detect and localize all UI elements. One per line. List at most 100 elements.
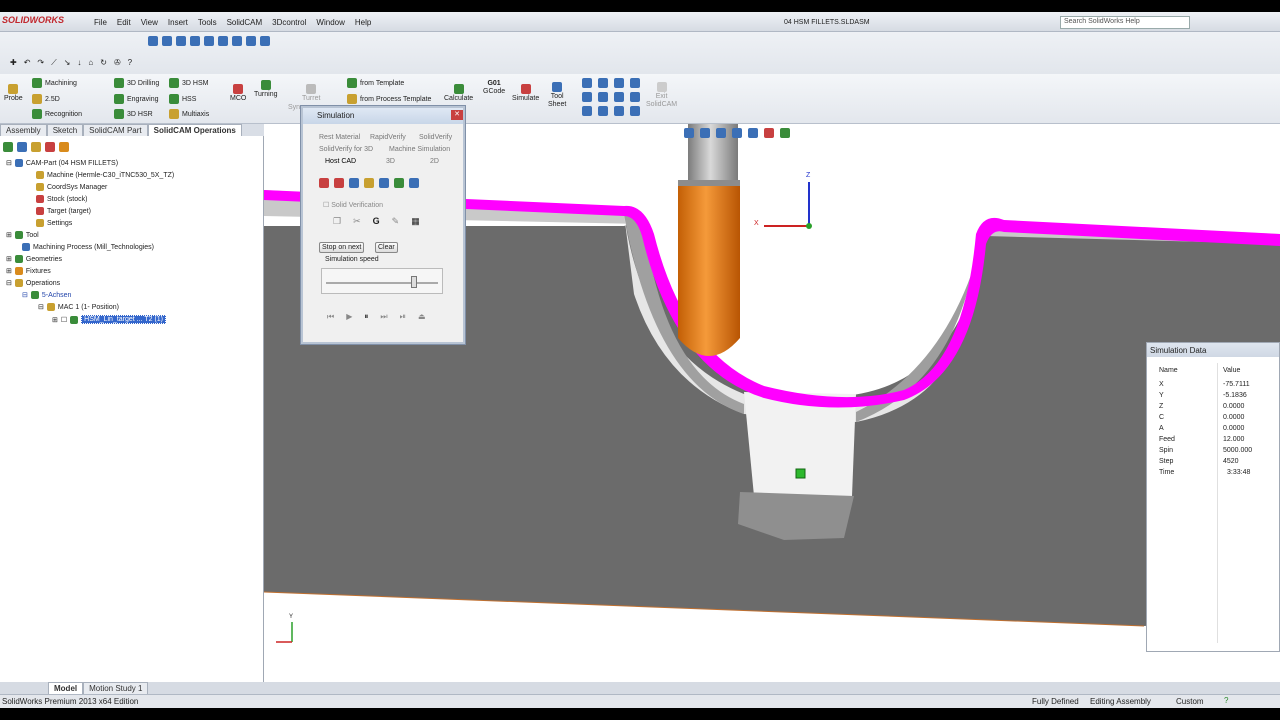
3d-hsm-button[interactable]: 3D HSM [169, 78, 208, 88]
tree-item-target[interactable]: Target (target) [36, 207, 91, 215]
slider-thumb[interactable] [410, 276, 417, 288]
tab-solidverify-3d[interactable]: SolidVerify for 3D [319, 146, 373, 153]
refresh-icon[interactable]: ↻ [100, 58, 107, 68]
tab-solidcam-part[interactable]: SolidCAM Part [83, 124, 148, 136]
arrow-icon[interactable]: ↘ [64, 58, 71, 68]
tab-sketch[interactable]: Sketch [46, 124, 84, 136]
mode-icon[interactable] [334, 178, 344, 188]
calculate-button[interactable]: Calculate [444, 84, 473, 102]
view-orientation-icon[interactable] [732, 128, 742, 138]
exit-solidcam-button[interactable]: Exit SolidCAM [646, 82, 677, 108]
cut-icon[interactable]: ✂ [353, 216, 361, 227]
home-icon[interactable]: ⌂ [88, 58, 93, 68]
tree-item-hsm-operation[interactable]: ⊞ ☐ HSM_Lin_target ... T2 (1) [52, 315, 167, 324]
tab-2d[interactable]: 2D [430, 158, 439, 165]
grid-icon[interactable] [630, 78, 640, 88]
simulation-speed-slider[interactable] [321, 268, 443, 294]
refresh-icon[interactable]: G [373, 216, 380, 227]
clear-button[interactable]: Clear [375, 242, 398, 253]
tree-item-machining-process[interactable]: Machining Process (Mill_Technologies) [22, 243, 154, 251]
tool-icon[interactable]: ✇ [114, 58, 121, 68]
tree-item-tool[interactable]: ⊞ Tool [6, 231, 39, 239]
tab-solidverify[interactable]: SolidVerify [419, 134, 452, 141]
recognition-button[interactable]: Recognition [32, 109, 82, 119]
grid-icon[interactable] [614, 92, 624, 102]
search-input[interactable]: Search SolidWorks Help [1060, 16, 1190, 29]
menu-view[interactable]: View [141, 18, 158, 27]
solidworks-logo[interactable]: SOLIDWORKS [2, 15, 64, 25]
3d-hsr-button[interactable]: 3D HSR [114, 109, 153, 119]
tree-item-cam-part[interactable]: ⊟ CAM-Part (04 HSM FILLETS) [6, 159, 118, 167]
tree-item-operations[interactable]: ⊟ Operations [6, 279, 60, 287]
menu-insert[interactable]: Insert [168, 18, 188, 27]
menu-edit[interactable]: Edit [117, 18, 131, 27]
grid-icon[interactable] [630, 106, 640, 116]
tab-host-cad[interactable]: Host CAD [325, 158, 356, 165]
tree-item-geometries[interactable]: ⊞ Geometries [6, 255, 62, 263]
3d-drilling-button[interactable]: 3D Drilling [114, 78, 159, 88]
tab-machine-simulation[interactable]: Machine Simulation [389, 146, 450, 153]
tab-model[interactable]: Model [48, 682, 84, 694]
mode-icon[interactable] [394, 178, 404, 188]
sketch-tool-icon[interactable]: ✚ [10, 58, 17, 68]
machining-button[interactable]: Machining [32, 78, 77, 88]
tree-item-settings[interactable]: Settings [36, 219, 72, 227]
view-icon[interactable] [260, 36, 270, 46]
tool-sheet-button[interactable]: Tool Sheet [548, 82, 566, 108]
view-icon[interactable] [190, 36, 200, 46]
turning-button[interactable]: Turning [254, 80, 277, 98]
mco-button[interactable]: MCO [230, 84, 246, 102]
view-icon[interactable] [218, 36, 228, 46]
help-icon[interactable]: ? [1224, 696, 1228, 705]
sync-button[interactable]: Syn [288, 104, 300, 111]
mode-icon[interactable] [319, 178, 329, 188]
hss-button[interactable]: HSS [169, 94, 196, 104]
list-icon[interactable] [409, 178, 419, 188]
tree-tool-icon[interactable] [17, 142, 27, 152]
eject-icon[interactable]: ⏏ [418, 312, 426, 322]
view-icon[interactable] [148, 36, 158, 46]
tab-3d[interactable]: 3D [386, 158, 395, 165]
tool-icon[interactable]: ✎ [392, 216, 400, 227]
grid-icon[interactable]: ▦ [411, 216, 420, 227]
copy-icon[interactable]: ❐ [333, 216, 341, 227]
menu-file[interactable]: File [94, 18, 107, 27]
tree-tool-icon[interactable] [59, 142, 69, 152]
grid-icon[interactable] [582, 78, 592, 88]
menu-3dcontrol[interactable]: 3Dcontrol [272, 18, 306, 27]
view-icon[interactable] [232, 36, 242, 46]
tree-item-machine[interactable]: Machine (Hermle-C30_iTNC530_5X_TZ) [36, 171, 174, 179]
scene-icon[interactable] [780, 128, 790, 138]
appearance-icon[interactable] [764, 128, 774, 138]
pause-icon[interactable]: ⏸ [364, 312, 368, 322]
grid-icon[interactable] [582, 92, 592, 102]
multiaxis-button[interactable]: Multiaxis [169, 109, 209, 119]
tree-item-mac-1[interactable]: ⊟ MAC 1 (1- Position) [38, 303, 119, 311]
grid-icon[interactable] [598, 92, 608, 102]
help-icon[interactable]: ? [128, 58, 132, 68]
units-selector[interactable]: Custom [1176, 697, 1204, 706]
tree-tool-icon[interactable] [3, 142, 13, 152]
grid-icon[interactable] [614, 106, 624, 116]
mode-icon[interactable] [364, 178, 374, 188]
tree-tool-icon[interactable] [45, 142, 55, 152]
tab-assembly[interactable]: Assembly [0, 124, 47, 136]
grid-icon[interactable] [582, 106, 592, 116]
view-icon[interactable] [162, 36, 172, 46]
zoom-area-icon[interactable] [700, 128, 710, 138]
gcode-button[interactable]: G01 GCode [483, 80, 505, 95]
play-icon[interactable]: ▶ [346, 312, 352, 322]
stop-on-next-button[interactable]: Stop on next [319, 242, 365, 253]
mode-icon[interactable] [349, 178, 359, 188]
undo-icon[interactable]: ↶ [24, 58, 31, 68]
tree-item-5-achsen[interactable]: ⊟ 5-Achsen [22, 291, 71, 299]
simulate-button[interactable]: Simulate [512, 84, 539, 102]
display-style-icon[interactable] [748, 128, 758, 138]
line-icon[interactable]: ⟋ [51, 58, 57, 68]
step-forward-icon[interactable]: ⏭ [380, 312, 387, 322]
turret-button[interactable]: Turret [302, 84, 320, 102]
solid-verification-checkbox[interactable]: ☐ Solid Verification [323, 201, 383, 209]
close-icon[interactable]: ✕ [451, 110, 463, 120]
tree-item-fixtures[interactable]: ⊞ Fixtures [6, 267, 51, 275]
mode-icon[interactable] [379, 178, 389, 188]
